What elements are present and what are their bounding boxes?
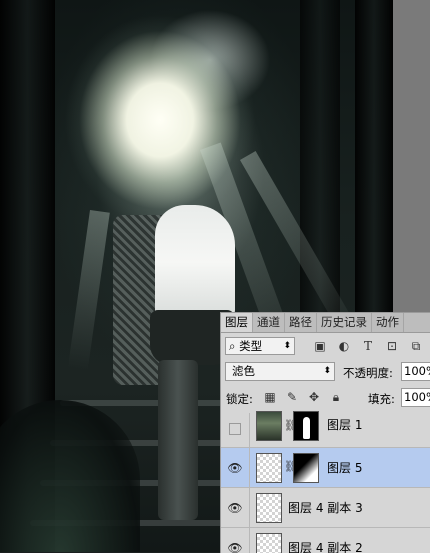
- layer-row[interactable]: 👁︎ 图层 4 副本 2: [221, 528, 430, 553]
- layer-row[interactable]: ⛓︎ 图层 1: [221, 411, 430, 448]
- figure-shirt: [155, 205, 235, 320]
- lock-label: 锁定:: [226, 392, 253, 406]
- tab-layers[interactable]: 图层: [221, 313, 253, 332]
- eye-icon[interactable]: 👁︎: [227, 461, 243, 475]
- divider: [249, 528, 250, 553]
- updown-arrow-icon: ⬍: [283, 341, 291, 351]
- layer-name[interactable]: 图层 5: [327, 461, 362, 475]
- layer-filter-row: ⌕ 类型 ⬍ ▣ ◐ T ⊡ ⧉: [221, 336, 430, 358]
- tab-actions[interactable]: 动作: [372, 313, 404, 332]
- workspace-background: [393, 0, 430, 312]
- image-filter-icon[interactable]: ▣: [313, 339, 327, 353]
- layer-thumbnail: [256, 533, 282, 553]
- lock-all-icon[interactable]: 🔒︎: [329, 390, 343, 404]
- shape-filter-icon[interactable]: ⊡: [385, 339, 399, 353]
- layer-row[interactable]: 👁︎ 图层 4 副本 3: [221, 488, 430, 528]
- eye-icon[interactable]: 👁︎: [227, 541, 243, 553]
- layer-thumbnail: [256, 493, 282, 523]
- layer-name[interactable]: 图层 4 副本 3: [288, 501, 363, 515]
- layer-mask-thumbnail[interactable]: [293, 453, 319, 483]
- blend-mode-value: 滤色: [232, 364, 255, 378]
- smart-object-filter-icon[interactable]: ⧉: [409, 339, 423, 353]
- lock-image-pixels-icon[interactable]: ✎: [285, 390, 299, 404]
- tab-paths[interactable]: 路径: [285, 313, 317, 332]
- lock-transparent-pixels-icon[interactable]: ▦: [263, 390, 277, 404]
- tab-history[interactable]: 历史记录: [317, 313, 372, 332]
- layer-name[interactable]: 图层 4 副本 2: [288, 541, 363, 553]
- updown-arrow-icon: ⬍: [323, 366, 331, 376]
- layer-row[interactable]: 👁︎ ⛓︎ 图层 5: [221, 448, 430, 488]
- fern-foliage: [0, 400, 140, 552]
- blend-row: 滤色 ⬍ 不透明度: 100%: [221, 361, 430, 383]
- divider: [249, 413, 250, 447]
- opacity-label: 不透明度:: [343, 366, 393, 380]
- opacity-input[interactable]: 100%: [401, 362, 430, 381]
- layer-mask-thumbnail[interactable]: [293, 411, 319, 441]
- layer-thumbnail: [256, 411, 282, 441]
- figure-legs: [158, 360, 198, 520]
- search-icon: ⌕: [229, 339, 236, 353]
- fill-input[interactable]: 100%: [401, 388, 430, 407]
- layer-name[interactable]: 图层 1: [327, 418, 362, 432]
- layers-panel: 图层 通道 路径 历史记录 动作 ⌕ 类型 ⬍ ▣ ◐ T ⊡ ⧉ 滤色 ⬍ 不…: [220, 312, 430, 553]
- adjustment-filter-icon[interactable]: ◐: [337, 339, 351, 353]
- divider: [249, 488, 250, 527]
- lock-row: 锁定: ▦ ✎ ✥ 🔒︎ 填充: 100%: [221, 387, 430, 409]
- blend-mode-select[interactable]: 滤色 ⬍: [225, 362, 335, 381]
- fill-label: 填充:: [368, 392, 395, 406]
- panel-tabs: 图层 通道 路径 历史记录 动作: [221, 313, 430, 333]
- light-ray: [67, 210, 110, 372]
- filter-kind-label: 类型: [239, 339, 263, 353]
- layer-thumbnail: [256, 453, 282, 483]
- lock-position-icon[interactable]: ✥: [307, 390, 321, 404]
- filter-kind-select[interactable]: ⌕ 类型 ⬍: [225, 337, 295, 355]
- eye-icon[interactable]: 👁︎: [227, 501, 243, 515]
- visibility-toggle[interactable]: [229, 423, 241, 435]
- divider: [249, 448, 250, 487]
- type-filter-icon[interactable]: T: [361, 339, 375, 353]
- tab-channels[interactable]: 通道: [253, 313, 285, 332]
